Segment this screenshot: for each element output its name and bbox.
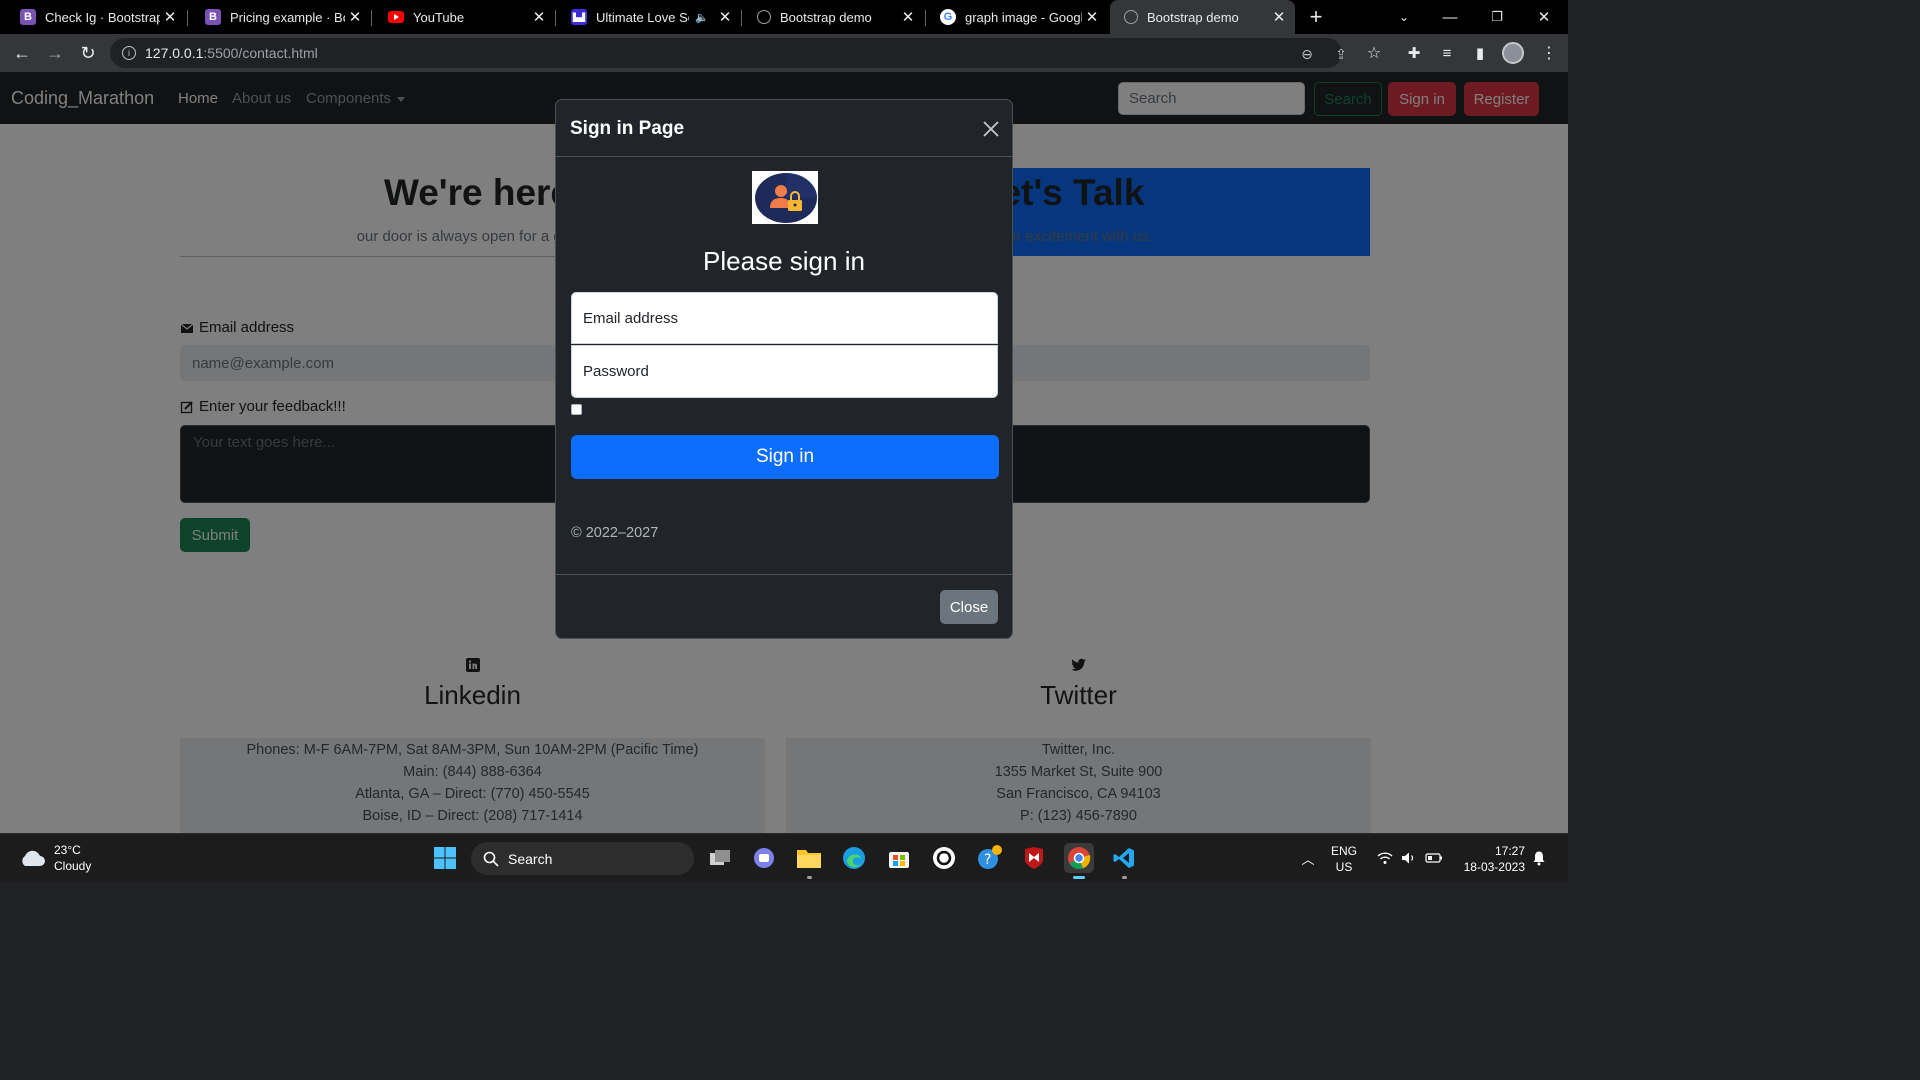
bookmark-star-icon[interactable]: ☆ (1361, 40, 1387, 66)
microsoft-store-icon[interactable] (884, 843, 914, 873)
chrome-browser-icon[interactable] (1064, 843, 1094, 879)
tab-title: YouTube (413, 9, 465, 25)
media-control-icon[interactable]: ≡ (1434, 40, 1460, 66)
modal-header: Sign in Page (556, 100, 1012, 157)
tab-title: Pricing example · Boo (230, 9, 345, 25)
reload-icon[interactable]: ↻ (75, 40, 101, 66)
battery-icon[interactable] (1424, 843, 1444, 873)
mcafee-icon[interactable] (1019, 843, 1049, 873)
close-tab-icon[interactable]: ✕ (715, 8, 735, 26)
browser-tab[interactable]: Bootstrap demo ✕ (737, 0, 924, 34)
close-tab-icon[interactable]: ✕ (160, 8, 180, 26)
bootstrap-icon: B (20, 9, 36, 25)
keyboard-region: US (1335, 860, 1353, 874)
modal-signin-button[interactable]: Sign in (571, 435, 999, 479)
tray-chevron-up-icon[interactable]: ︿ (1296, 843, 1320, 873)
youtube-icon (388, 11, 404, 23)
weather-desc: Cloudy (54, 859, 92, 873)
url-host: 127.0.0.1 (145, 45, 204, 61)
modal-footer-divider (556, 574, 1012, 575)
volume-icon[interactable] (1400, 843, 1418, 873)
lock-user-logo (752, 171, 818, 224)
modal-email-field[interactable]: Email address (571, 292, 998, 344)
windows-start-icon[interactable] (430, 843, 460, 873)
browser-tab[interactable]: B Check Ig · Bootstrap Ic ✕ (0, 0, 186, 34)
browser-tab-active[interactable]: Bootstrap demo ✕ (1110, 0, 1295, 34)
forward-arrow-icon[interactable]: → (42, 40, 68, 66)
audio-playing-icon[interactable]: 🔈 (695, 11, 709, 24)
modal-password-field[interactable]: Password (571, 345, 998, 398)
address-bar[interactable]: i 127.0.0.1:5500/contact.html ⊖ ⇪ (110, 38, 1347, 68)
site-info-icon[interactable]: i (122, 46, 136, 60)
windows-taskbar: 23°C Cloudy Search ? ︿ ENG US 17:27 18-0… (0, 833, 1568, 882)
modal-title: Sign in Page (570, 118, 685, 139)
browser-tab[interactable]: YouTube ✕ (368, 0, 555, 34)
modal-heading: Please sign in (703, 246, 865, 276)
close-tab-icon[interactable]: ✕ (1269, 8, 1289, 26)
language-indicator[interactable]: ENG US (1331, 843, 1357, 875)
zoom-icon[interactable]: ⊖ (1298, 45, 1316, 63)
close-tab-icon[interactable]: ✕ (529, 8, 549, 26)
profile-avatar[interactable] (1500, 40, 1526, 66)
vscode-icon[interactable] (1109, 843, 1139, 879)
share-icon[interactable]: ⇪ (1332, 45, 1350, 63)
web-page: Coding_Marathon Home About us Components… (0, 72, 1568, 833)
music-icon: ▙▟ (571, 9, 587, 25)
copyright-text: © 2022–2027 (571, 525, 659, 541)
browser-tab-strip: B Check Ig · Bootstrap Ic ✕ B Pricing ex… (0, 0, 1568, 34)
modal-close-button[interactable]: Close (940, 590, 998, 624)
tab-title: graph image - Googl (965, 9, 1082, 25)
browser-toolbar: ← → ↻ i 127.0.0.1:5500/contact.html ⊖ ⇪ … (0, 34, 1568, 72)
browser-tab[interactable]: B Pricing example · Boo ✕ (185, 0, 371, 34)
signin-modal: Sign in Page Please sign in Email addres… (555, 99, 1013, 639)
minimize-button[interactable]: — (1437, 0, 1463, 34)
tab-title: Check Ig · Bootstrap Ic (45, 9, 160, 25)
close-icon[interactable] (978, 116, 1004, 142)
extensions-icon[interactable]: ✚ (1401, 40, 1427, 66)
side-panel-icon[interactable]: ▮ (1467, 40, 1493, 66)
google-icon: G (940, 9, 956, 25)
help-app-icon[interactable]: ? (974, 843, 1004, 873)
bootstrap-icon: B (205, 9, 221, 25)
svg-text:?: ? (984, 852, 991, 868)
clock-time: 17:27 (1494, 844, 1525, 858)
close-tab-icon[interactable]: ✕ (345, 8, 365, 26)
language-code: ENG (1331, 844, 1358, 858)
notification-bell-icon[interactable] (1530, 843, 1548, 873)
new-tab-button[interactable]: + (1303, 0, 1329, 34)
browser-tab[interactable]: ▙▟ Ultimate Love Son 🔈 ✕ (551, 0, 741, 34)
clock[interactable]: 17:27 18-03-2023 (1455, 843, 1525, 875)
globe-icon (1124, 10, 1138, 24)
remember-me-checkbox[interactable] (571, 404, 582, 415)
taskbar-search[interactable]: Search (471, 842, 694, 875)
browser-tab[interactable]: G graph image - Googl ✕ (920, 0, 1108, 34)
teams-chat-icon[interactable] (749, 843, 779, 873)
close-tab-icon[interactable]: ✕ (1082, 8, 1102, 26)
weather-temp: 23°C (54, 843, 81, 857)
url-path: :5500/contact.html (203, 45, 318, 61)
weather-widget[interactable]: 23°C Cloudy (18, 842, 91, 874)
search-icon (483, 851, 499, 867)
openai-app-icon[interactable] (929, 843, 959, 873)
clock-date: 18-03-2023 (1463, 860, 1525, 874)
close-tab-icon[interactable]: ✕ (898, 8, 918, 26)
cloud-icon (22, 850, 45, 866)
taskbar-search-label: Search (508, 850, 553, 867)
globe-icon (757, 10, 771, 24)
restore-button[interactable]: ❐ (1484, 0, 1510, 34)
back-arrow-icon[interactable]: ← (9, 40, 35, 66)
tab-title: Ultimate Love Son (596, 9, 689, 25)
edge-browser-icon[interactable] (839, 843, 869, 873)
tab-title: Bootstrap demo (1147, 9, 1239, 25)
tab-search-chevron-icon[interactable]: ⌄ (1391, 0, 1417, 34)
close-window-button[interactable]: ✕ (1531, 0, 1557, 34)
menu-kebab-icon[interactable]: ⋮ (1536, 40, 1562, 66)
tab-title: Bootstrap demo (780, 9, 872, 25)
task-view-icon[interactable] (705, 843, 735, 873)
wifi-icon[interactable] (1376, 843, 1394, 873)
file-explorer-icon[interactable] (794, 843, 824, 879)
